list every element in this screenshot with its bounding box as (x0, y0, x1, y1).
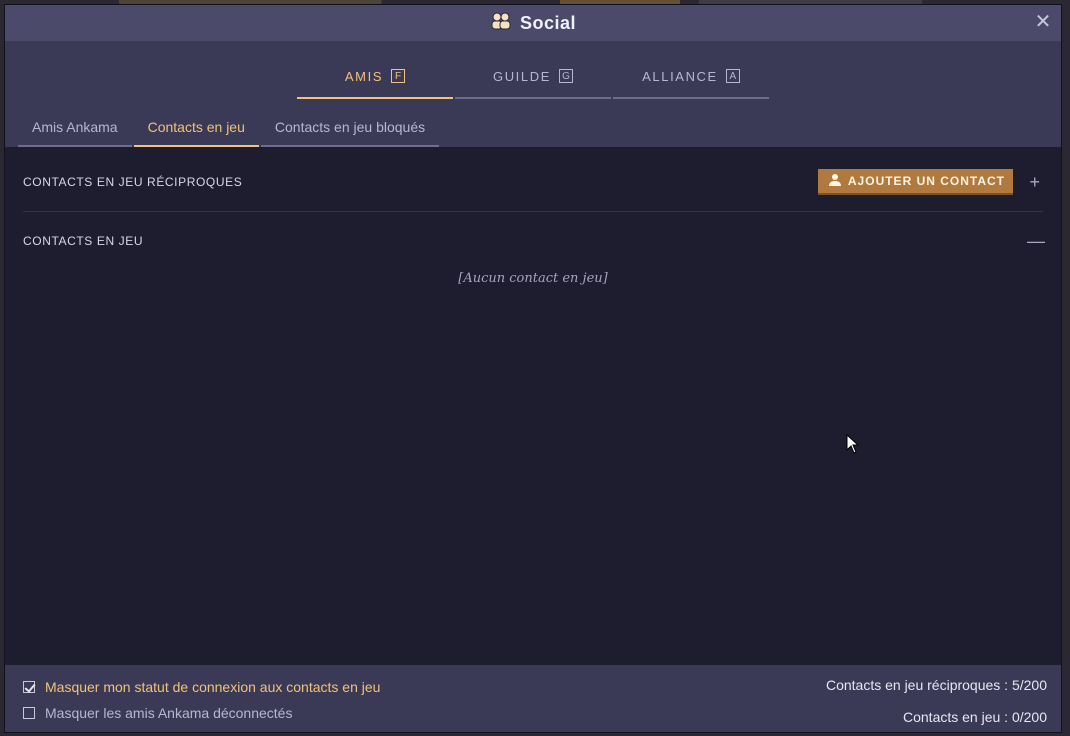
checkbox-checked[interactable] (23, 681, 35, 693)
option-label: Masquer les amis Ankama déconnectés (45, 705, 293, 721)
section-title: CONTACTS EN JEU (23, 234, 144, 248)
tab-amis[interactable]: AMIS F (297, 55, 453, 99)
tab-guilde[interactable]: GUILDE G (455, 55, 611, 99)
sub-tabs: Amis Ankama Contacts en jeu Contacts en … (18, 109, 440, 147)
subtab-contacts-bloques[interactable]: Contacts en jeu bloqués (260, 109, 440, 147)
social-window: Social ✕ AMIS F GUILDE G ALLIANCE A Amis… (4, 4, 1062, 733)
tab-label: ALLIANCE (642, 68, 718, 84)
subtab-contacts-en-jeu[interactable]: Contacts en jeu (133, 109, 259, 147)
shortcut-key-badge: F (391, 69, 406, 83)
collapse-minus-icon[interactable]: — (1027, 232, 1045, 250)
subtab-amis-ankama[interactable]: Amis Ankama (18, 109, 132, 147)
add-user-icon (828, 173, 842, 190)
section-contacts-header[interactable]: CONTACTS EN JEU — (23, 213, 1045, 269)
add-contact-button[interactable]: AJOUTER UN CONTACT (817, 169, 1013, 195)
shortcut-key-badge: A (725, 69, 740, 83)
tab-alliance[interactable]: ALLIANCE A (613, 55, 769, 99)
hide-offline-friends-option[interactable]: Masquer les amis Ankama déconnectés (23, 705, 292, 721)
empty-contacts-message: [Aucun contact en jeu] (458, 271, 608, 286)
shortcut-key-badge: G (559, 69, 573, 83)
expand-plus-icon[interactable]: + (1027, 173, 1043, 191)
close-icon[interactable]: ✕ (1033, 12, 1053, 32)
main-tabs: AMIS F GUILDE G ALLIANCE A (297, 55, 769, 99)
option-label: Masquer mon statut de connexion aux cont… (45, 679, 381, 695)
tabs-header: AMIS F GUILDE G ALLIANCE A Amis Ankama C… (5, 41, 1061, 147)
footer-panel: Masquer mon statut de connexion aux cont… (5, 665, 1061, 732)
contacts-counter: Contacts en jeu : 0/200 (903, 709, 1047, 725)
contacts-content: CONTACTS EN JEU RÉCIPROQUES AJOUTER UN C… (5, 147, 1061, 667)
tab-label: GUILDE (492, 68, 551, 84)
social-people-icon (490, 12, 512, 35)
add-contact-label: AJOUTER UN CONTACT (847, 174, 1005, 188)
title-bar: Social ✕ (5, 5, 1061, 41)
section-title: CONTACTS EN JEU RÉCIPROQUES (23, 175, 243, 189)
window-title: Social (519, 12, 577, 33)
section-reciprocal-header[interactable]: CONTACTS EN JEU RÉCIPROQUES AJOUTER UN C… (23, 153, 1043, 212)
reciprocal-contacts-counter: Contacts en jeu réciproques : 5/200 (825, 677, 1047, 693)
hide-status-option[interactable]: Masquer mon statut de connexion aux cont… (23, 679, 380, 695)
mouse-cursor-icon (846, 434, 860, 454)
tab-label: AMIS (344, 68, 384, 84)
checkbox-unchecked[interactable] (23, 707, 35, 719)
